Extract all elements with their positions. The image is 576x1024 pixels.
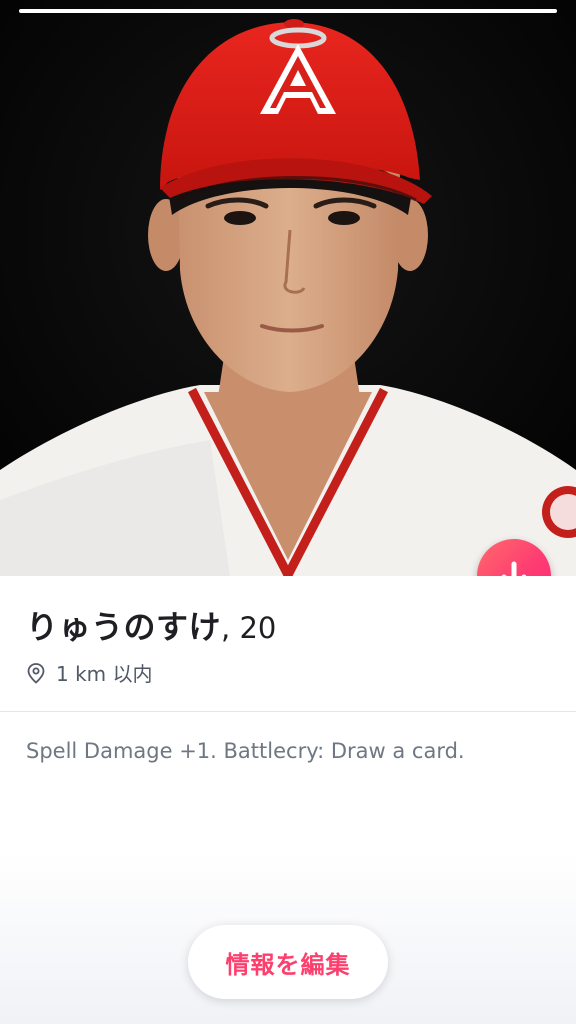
distance-text: 1 km 以内 bbox=[56, 662, 153, 686]
photo-progress-bar bbox=[19, 9, 557, 13]
profile-photo[interactable] bbox=[0, 0, 576, 576]
section-divider bbox=[0, 711, 576, 712]
profile-screen: りゅうのすけ, 20 1 km 以内 Spell Damage +1. Batt… bbox=[0, 0, 576, 1024]
edit-profile-button[interactable]: 情報を編集 bbox=[188, 925, 388, 999]
distance-row: 1 km 以内 bbox=[26, 658, 153, 687]
profile-bio: Spell Damage +1. Battlecry: Draw a card. bbox=[26, 739, 465, 763]
map-pin-icon bbox=[26, 662, 46, 684]
profile-name: りゅうのすけ bbox=[26, 608, 222, 646]
player-portrait bbox=[0, 0, 576, 576]
profile-info: りゅうのすけ, 20 1 km 以内 bbox=[0, 576, 576, 711]
name-age-line: りゅうのすけ, 20 bbox=[26, 602, 276, 648]
profile-age: , 20 bbox=[221, 611, 277, 645]
